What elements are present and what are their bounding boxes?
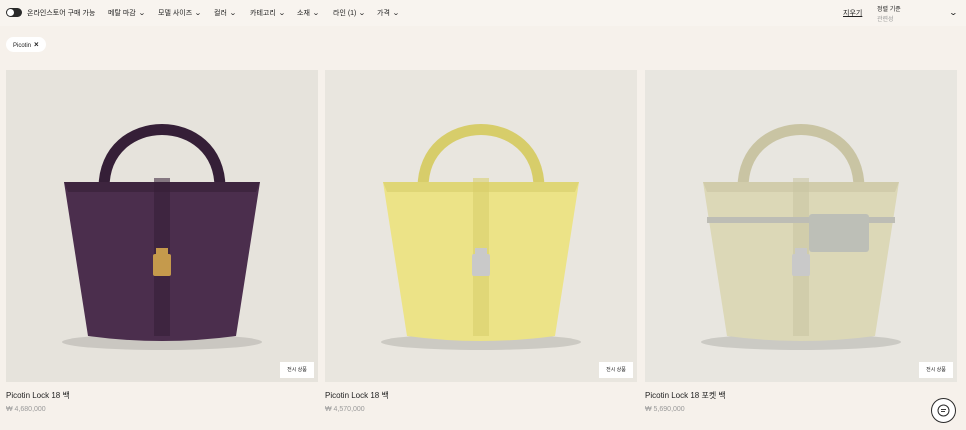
filter-label: 컬러	[214, 10, 227, 17]
filter-label: 라인 (1)	[333, 10, 357, 17]
product-image[interactable]: 전시 상품	[645, 70, 957, 382]
bag-pocket	[809, 214, 869, 252]
chip-label: Picotin	[13, 43, 32, 49]
product-card: 전시 상품 Picotin Lock 18 백 ₩ 4,570,000	[325, 70, 637, 413]
chevron-down-icon: ⌄	[229, 10, 237, 17]
chevron-down-icon: ⌄	[312, 10, 320, 17]
lock-shackle	[475, 248, 487, 254]
filter-bar: 온라인스토어 구매 가능 메탈 마감 ⌄ 모델 사이즈 ⌄ 컬러 ⌄ 카테고리 ⌄ 소재…	[0, 0, 966, 26]
product-card: 전시 상품 Picotin Lock 18 포켓 백 ₩ 5,690,000	[645, 70, 957, 413]
product-price: ₩ 4,570,000	[325, 406, 365, 413]
bag-illustration	[645, 70, 957, 382]
filter-label: 메탈 마감	[108, 10, 136, 17]
bag-illustration	[325, 70, 637, 382]
lock-body	[472, 254, 490, 276]
chevron-down-icon: ⌄	[392, 10, 400, 17]
sort-label: 정렬 기준	[877, 7, 901, 13]
filter-material[interactable]: 소재 ⌄	[297, 8, 320, 18]
product-name[interactable]: Picotin Lock 18 포켓 백	[645, 390, 726, 401]
sort-value: 관련성	[877, 17, 894, 23]
product-name[interactable]: Picotin Lock 18 백	[6, 390, 70, 401]
chevron-down-icon: ⌄	[358, 10, 367, 17]
chevron-down-icon: ⌄	[194, 10, 202, 17]
filter-metal-finish[interactable]: 메탈 마감 ⌄	[108, 8, 145, 18]
toggle-knob	[7, 9, 14, 16]
filter-color[interactable]: 컬러 ⌄	[214, 8, 237, 18]
filter-label: 모델 사이즈	[158, 10, 193, 17]
close-icon[interactable]: ×	[34, 40, 39, 49]
sort-dropdown[interactable]: 정렬 기준 관련성 ⌄	[877, 4, 961, 24]
chevron-down-icon: ⌄	[948, 8, 959, 17]
filter-price[interactable]: 가격 ⌄	[377, 8, 400, 18]
filter-label: 소재	[297, 10, 310, 17]
chat-icon	[937, 404, 950, 417]
filter-line[interactable]: 라인 (1) ⌄	[333, 8, 367, 18]
lock-body	[153, 254, 171, 276]
lock-body	[792, 254, 810, 276]
product-image[interactable]: 전시 상품	[325, 70, 637, 382]
lock-shackle	[795, 248, 807, 254]
chevron-down-icon: ⌄	[277, 10, 286, 17]
online-purchase-toggle[interactable]	[6, 8, 22, 17]
filter-model-size[interactable]: 모델 사이즈 ⌄	[158, 8, 202, 18]
clear-filters-link[interactable]: 지우기	[843, 8, 862, 18]
filter-label: 카테고리	[250, 10, 276, 17]
chat-button[interactable]	[931, 398, 956, 423]
bag-illustration	[6, 70, 318, 382]
product-image[interactable]: 전시 상품	[6, 70, 318, 382]
display-item-button[interactable]: 전시 상품	[919, 362, 953, 378]
display-item-button[interactable]: 전시 상품	[280, 362, 314, 378]
display-item-button[interactable]: 전시 상품	[599, 362, 633, 378]
product-price: ₩ 4,680,000	[6, 406, 46, 413]
filter-label: 가격	[377, 10, 390, 17]
chevron-down-icon: ⌄	[137, 10, 146, 17]
online-purchase-label: 온라인스토어 구매 가능	[27, 10, 96, 17]
product-card: 전시 상품 Picotin Lock 18 백 ₩ 4,680,000	[6, 70, 318, 413]
filter-category[interactable]: 카테고리 ⌄	[250, 8, 286, 18]
product-name[interactable]: Picotin Lock 18 백	[325, 390, 389, 401]
lock-shackle	[156, 248, 168, 254]
product-price: ₩ 5,690,000	[645, 406, 685, 413]
active-filter-chip-picotin[interactable]: Picotin ×	[6, 37, 46, 52]
